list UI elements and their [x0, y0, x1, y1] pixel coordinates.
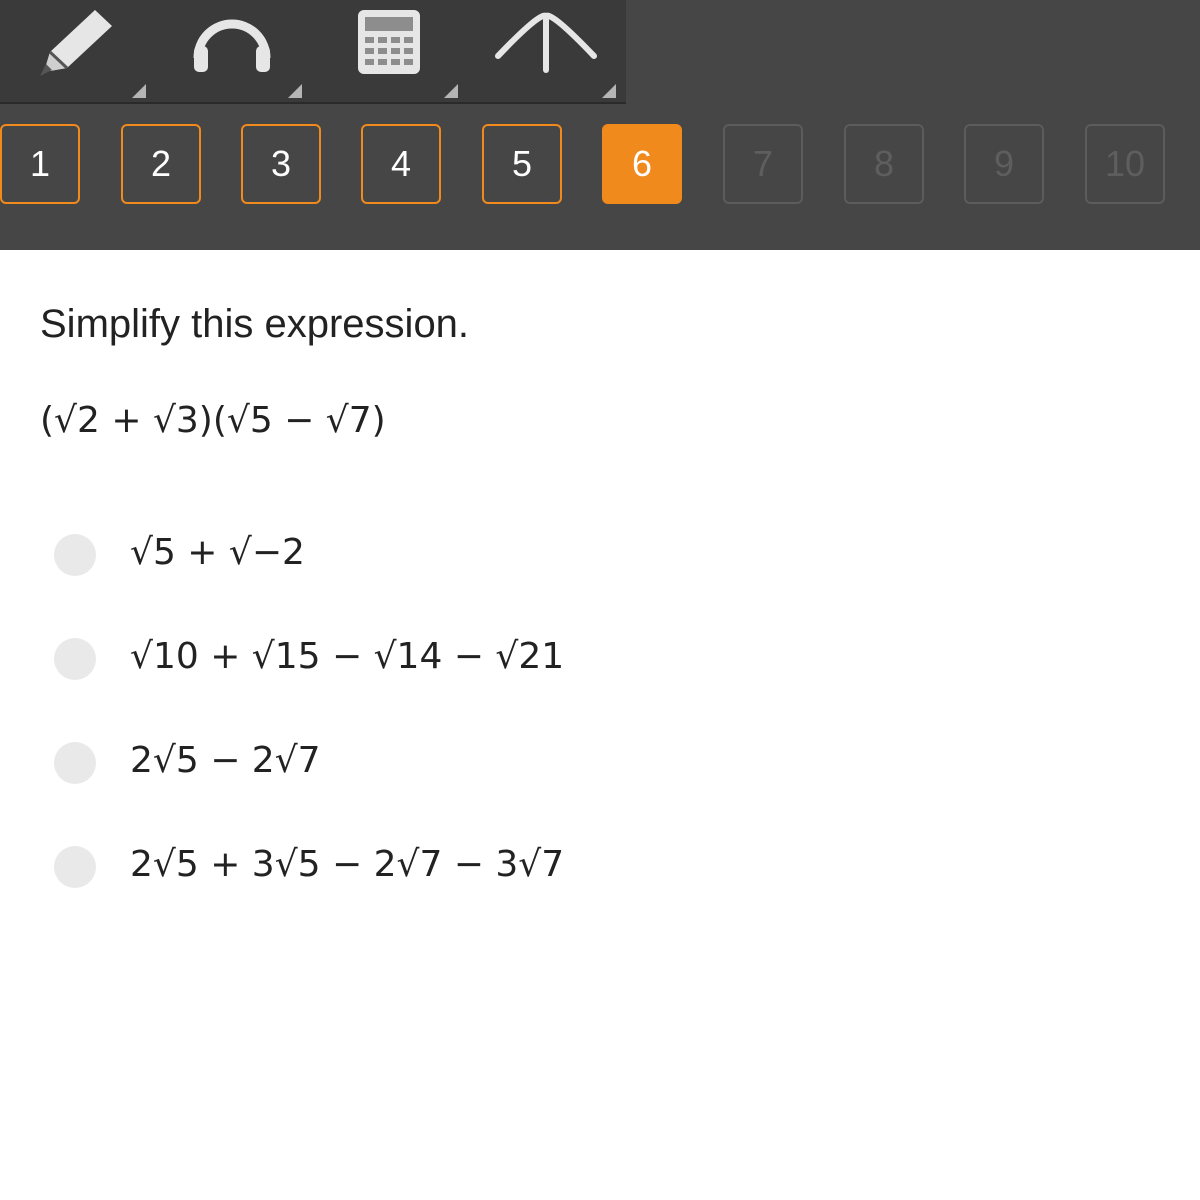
calculator-icon — [358, 10, 420, 74]
question-prompt: Simplify this expression. — [40, 302, 470, 346]
question-button-current[interactable]: 6 — [602, 124, 682, 204]
question-navigator: 1 2 3 4 5 6 7 8 9 10 — [0, 124, 1200, 204]
top-bar: 1 2 3 4 5 6 7 8 9 10 — [0, 0, 1200, 250]
option-label: 2√5 + 3√5 − 2√7 − 3√7 — [130, 844, 565, 885]
question-button[interactable]: 1 — [0, 124, 80, 204]
headphones-icon — [193, 19, 271, 72]
question-button[interactable]: 5 — [482, 124, 562, 204]
reference-tool[interactable] — [470, 0, 620, 102]
pencil-tool[interactable] — [0, 0, 150, 102]
tool-menu-corner — [132, 84, 146, 98]
pencil-icon — [40, 10, 112, 76]
question-button[interactable]: 2 — [121, 124, 201, 204]
option-label: √10 + √15 − √14 − √21 — [130, 636, 565, 677]
radio-button[interactable] — [54, 742, 96, 784]
calculator-tool[interactable] — [312, 0, 462, 102]
question-expression: (√2 + √3)(√5 − √7) — [40, 400, 386, 441]
question-button-locked: 9 — [964, 124, 1044, 204]
question-button-locked: 10 — [1085, 124, 1165, 204]
audio-tool[interactable] — [156, 0, 306, 102]
radio-button[interactable] — [54, 534, 96, 576]
tool-menu-corner — [444, 84, 458, 98]
tool-menu-corner — [602, 84, 616, 98]
question-button-locked: 7 — [723, 124, 803, 204]
question-button-locked: 8 — [844, 124, 924, 204]
question-button[interactable]: 3 — [241, 124, 321, 204]
radio-button[interactable] — [54, 638, 96, 680]
toolbar — [0, 0, 626, 104]
tool-menu-corner — [288, 84, 302, 98]
radio-button[interactable] — [54, 846, 96, 888]
reference-icon — [495, 12, 597, 73]
option-label: √5 + √−2 — [130, 532, 305, 573]
question-panel: Simplify this expression. (√2 + √3)(√5 −… — [0, 250, 1200, 1200]
question-button[interactable]: 4 — [361, 124, 441, 204]
option-label: 2√5 − 2√7 — [130, 740, 321, 781]
